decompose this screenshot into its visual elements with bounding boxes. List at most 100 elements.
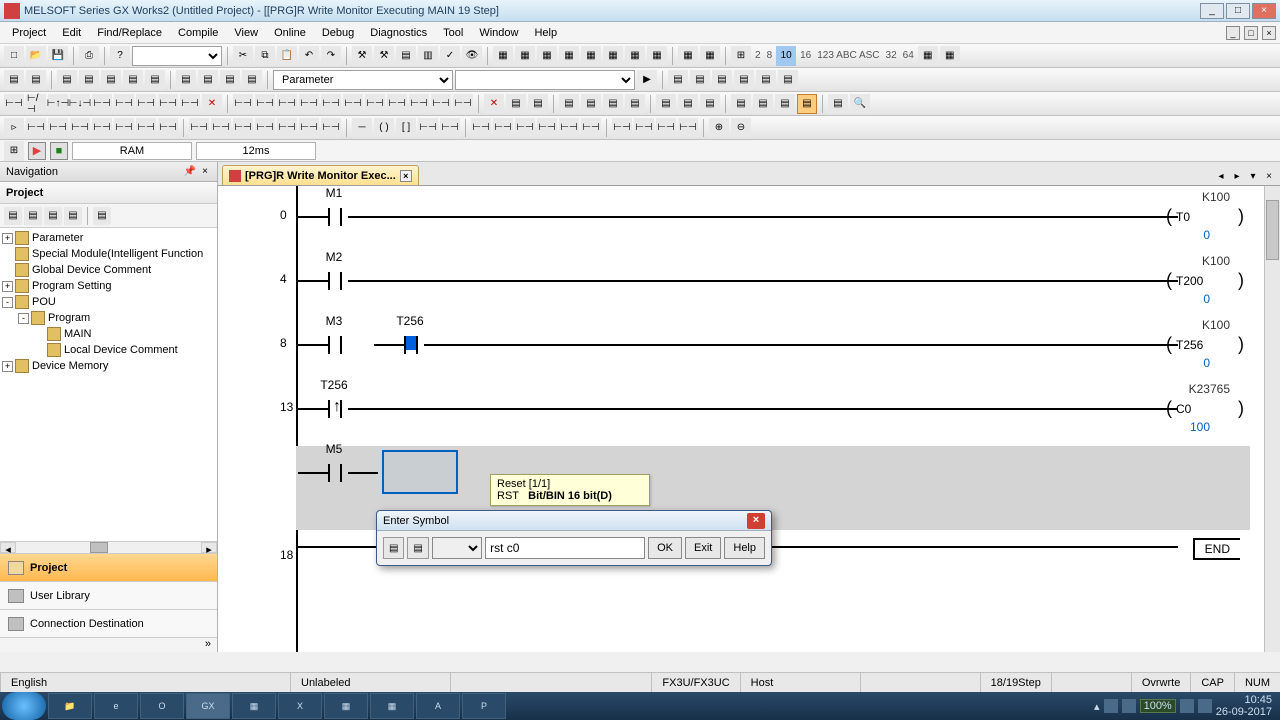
tb4-30[interactable]: ⊢⊣ [678, 118, 698, 138]
tb4-22[interactable]: ⊢⊣ [493, 118, 513, 138]
compile-button[interactable]: ⚒ [352, 46, 372, 66]
tb2-13[interactable]: ▤ [690, 70, 710, 90]
tb-btn-5[interactable]: ▦ [581, 46, 601, 66]
nav-tb-4[interactable]: ▤ [64, 207, 82, 225]
tree-toggle[interactable]: - [18, 313, 29, 324]
coil[interactable]: (T200) [1166, 270, 1244, 291]
tb2-12[interactable]: ▤ [668, 70, 688, 90]
menu-debug[interactable]: Debug [314, 24, 362, 42]
tb2-2[interactable]: ▤ [26, 70, 46, 90]
contact[interactable] [398, 332, 424, 358]
tb4-20[interactable]: ⊢⊣ [440, 118, 460, 138]
tb2-11[interactable]: ▤ [242, 70, 262, 90]
paste-button[interactable]: 📋 [277, 46, 297, 66]
tb3-27[interactable]: ▤ [625, 94, 645, 114]
menu-window[interactable]: Window [471, 24, 526, 42]
write-plc-button[interactable]: ▤ [396, 46, 416, 66]
menu-compile[interactable]: Compile [170, 24, 226, 42]
dialog-close-button[interactable]: × [747, 513, 765, 529]
tb2-go[interactable]: ▶ [637, 70, 657, 90]
monitor-button[interactable]: 👁 [462, 46, 482, 66]
tb4-16[interactable]: ─ [352, 118, 372, 138]
zoom-button[interactable]: 🔍 [850, 94, 870, 114]
tb3-33[interactable]: ▤ [775, 94, 795, 114]
nav-tb-1[interactable]: ▤ [4, 207, 22, 225]
tb3-28[interactable]: ▤ [656, 94, 676, 114]
ok-button[interactable]: OK [648, 537, 682, 559]
tb4-4[interactable]: ⊢⊣ [70, 118, 90, 138]
tb4-32[interactable]: ⊖ [731, 118, 751, 138]
dialog-icon-1[interactable]: ▤ [383, 537, 404, 559]
tb4-18[interactable]: [ ] [396, 118, 416, 138]
scroll-thumb[interactable] [1266, 200, 1279, 260]
scroll-left-icon[interactable]: ◂ [0, 542, 16, 553]
tree-item[interactable]: +Parameter [0, 230, 217, 246]
contact[interactable]: ↑ [322, 396, 348, 422]
target-select[interactable] [132, 46, 222, 66]
menu-help[interactable]: Help [526, 24, 565, 42]
dialog-icon-2[interactable]: ▤ [407, 537, 428, 559]
tb3-19[interactable]: ⊢⊣ [431, 94, 451, 114]
tb3-8[interactable]: ⊢⊣ [158, 94, 178, 114]
tab-next-button[interactable]: ▸ [1230, 171, 1244, 185]
ladder-rung[interactable]: 4M2K100(T200)0 [230, 254, 1240, 318]
tb2-17[interactable]: ▤ [778, 70, 798, 90]
editor-v-scrollbar[interactable] [1264, 186, 1280, 652]
tray-icon[interactable] [1104, 699, 1118, 713]
tb3-12[interactable]: ⊢⊣ [277, 94, 297, 114]
tree-toggle[interactable]: + [2, 281, 13, 292]
tree-toggle[interactable]: + [2, 361, 13, 372]
tb3-x[interactable]: ✕ [202, 94, 222, 114]
menu-online[interactable]: Online [266, 24, 314, 42]
ladder-rung[interactable]: 8M3T256K100(T256)0 [230, 318, 1240, 382]
tb3-29[interactable]: ▤ [678, 94, 698, 114]
tb4-14[interactable]: ⊢⊣ [299, 118, 319, 138]
task-app2[interactable]: ▦ [232, 693, 276, 719]
tb2-7[interactable]: ▤ [145, 70, 165, 90]
tb4-10[interactable]: ⊢⊣ [211, 118, 231, 138]
mdi-close-button[interactable]: × [1262, 26, 1276, 40]
tb2-4[interactable]: ▤ [79, 70, 99, 90]
nav-close-button[interactable]: × [199, 166, 211, 177]
tree-item[interactable]: -Program [0, 310, 217, 326]
tb4-13[interactable]: ⊢⊣ [277, 118, 297, 138]
tb2-5[interactable]: ▤ [101, 70, 121, 90]
tb2-16[interactable]: ▤ [756, 70, 776, 90]
tree-item[interactable]: +Program Setting [0, 278, 217, 294]
tb3-35[interactable]: ▤ [828, 94, 848, 114]
tb3-20[interactable]: ⊢⊣ [453, 94, 473, 114]
tb2-8[interactable]: ▤ [176, 70, 196, 90]
nav-h-scrollbar[interactable]: ◂ ▸ [0, 541, 217, 553]
save-button[interactable]: 💾 [48, 46, 68, 66]
maximize-button[interactable]: □ [1226, 3, 1250, 19]
ladder-editor[interactable]: 0M1K100(T0)04M2K100(T200)08M3T256K100(T2… [218, 186, 1280, 652]
battery-indicator[interactable]: 100% [1140, 699, 1176, 713]
tb4-19[interactable]: ⊢⊣ [418, 118, 438, 138]
scroll-right-icon[interactable]: ▸ [201, 542, 217, 553]
tb4-29[interactable]: ⊢⊣ [656, 118, 676, 138]
minimize-button[interactable]: _ [1200, 3, 1224, 19]
disp-10-button[interactable]: 10 [776, 46, 796, 66]
close-button[interactable]: × [1252, 3, 1276, 19]
tb3-24[interactable]: ▤ [559, 94, 579, 114]
tree-item[interactable]: Special Module(Intelligent Function [0, 246, 217, 262]
tb4-24[interactable]: ⊢⊣ [537, 118, 557, 138]
tb3-32[interactable]: ▤ [753, 94, 773, 114]
ladder-rung[interactable]: 13T256↑K23765(C0)100 [230, 382, 1240, 446]
tb-btn-9[interactable]: ▦ [678, 46, 698, 66]
tree-toggle[interactable]: - [2, 297, 13, 308]
copy-button[interactable]: ⧉ [255, 46, 275, 66]
tb3-26[interactable]: ▤ [603, 94, 623, 114]
task-powerpoint[interactable]: P [462, 693, 506, 719]
tb-btn-7[interactable]: ▦ [625, 46, 645, 66]
contact[interactable] [322, 332, 348, 358]
tb4-9[interactable]: ⊢⊣ [189, 118, 209, 138]
contact[interactable] [322, 204, 348, 230]
tb3-15[interactable]: ⊢⊣ [343, 94, 363, 114]
tb-btn-12[interactable]: ▦ [918, 46, 938, 66]
cut-button[interactable]: ✂ [233, 46, 253, 66]
compile-all-button[interactable]: ⚒ [374, 46, 394, 66]
contact-falling-button[interactable]: ⊢↓⊣ [70, 94, 90, 114]
help-button[interactable]: ? [110, 46, 130, 66]
open-button[interactable]: 📂 [26, 46, 46, 66]
